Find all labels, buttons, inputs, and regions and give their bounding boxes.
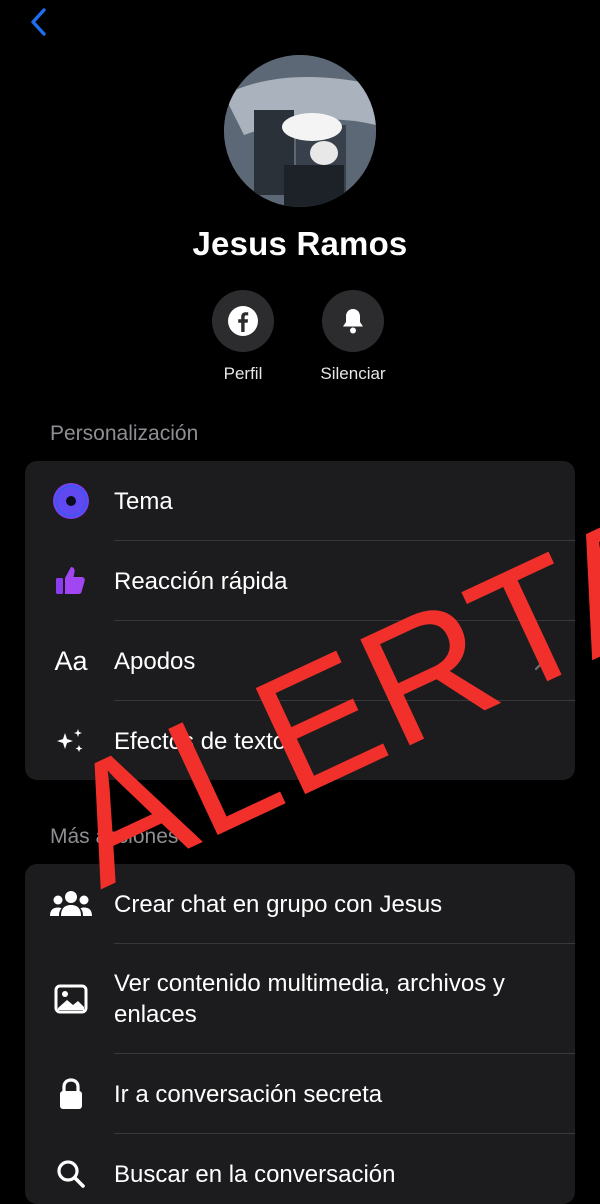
personalization-card: Tema Reacción rápida Aa Apodos Efectos d… [25,461,575,780]
sparkles-icon [48,721,94,761]
menu-item-label: Ir a conversación secreta [114,1080,383,1108]
profile-label: Perfil [223,364,263,383]
menu-item-label: Buscar en la conversación [114,1160,396,1188]
menu-item-secret-conversation[interactable]: Ir a conversación secreta [25,1054,575,1134]
more-actions-card: Crear chat en grupo con Jesus Ver conten… [25,864,575,1204]
search-icon [48,1154,94,1194]
mute-button[interactable] [322,290,384,352]
image-icon [48,979,94,1019]
menu-item-label: Crear chat en grupo con Jesus [114,890,443,918]
menu-item-nicknames[interactable]: Aa Apodos [25,621,575,701]
menu-item-media-files[interactable]: Ver contenido multimedia, archivos y enl… [25,944,575,1054]
profile-button[interactable] [212,290,274,352]
section-title-personalization: Personalización [50,422,199,445]
thumbs-up-icon [48,561,94,601]
group-icon [48,884,94,924]
menu-item-create-group[interactable]: Crear chat en grupo con Jesus [25,864,575,944]
chevron-left-icon [31,8,46,36]
menu-item-quick-reaction[interactable]: Reacción rápida [25,541,575,621]
chevron-right-icon [533,651,547,676]
facebook-icon [228,306,258,336]
section-title-more-actions: Más acciones [50,825,179,848]
bell-icon [343,309,363,334]
menu-item-label: Ver contenido multimedia, archivos y enl… [114,970,505,1028]
aa-icon: Aa [54,645,88,676]
menu-item-label: Apodos [114,647,196,675]
mute-action[interactable]: Silenciar [298,290,408,384]
back-button[interactable] [22,4,62,44]
menu-item-text-effects[interactable]: Efectos de texto [25,701,575,780]
menu-item-label: Efectos de texto [114,727,287,755]
profile-action[interactable]: Perfil [188,290,298,384]
mute-label: Silenciar [320,364,386,383]
menu-item-search-conversation[interactable]: Buscar en la conversación [25,1134,575,1204]
avatar [224,55,376,207]
lock-icon [48,1074,94,1114]
menu-item-label: Reacción rápida [114,567,288,595]
contact-name: Jesus Ramos [192,225,408,262]
theme-icon [48,481,94,521]
menu-item-label: Tema [114,487,173,515]
menu-item-theme[interactable]: Tema [25,461,575,541]
